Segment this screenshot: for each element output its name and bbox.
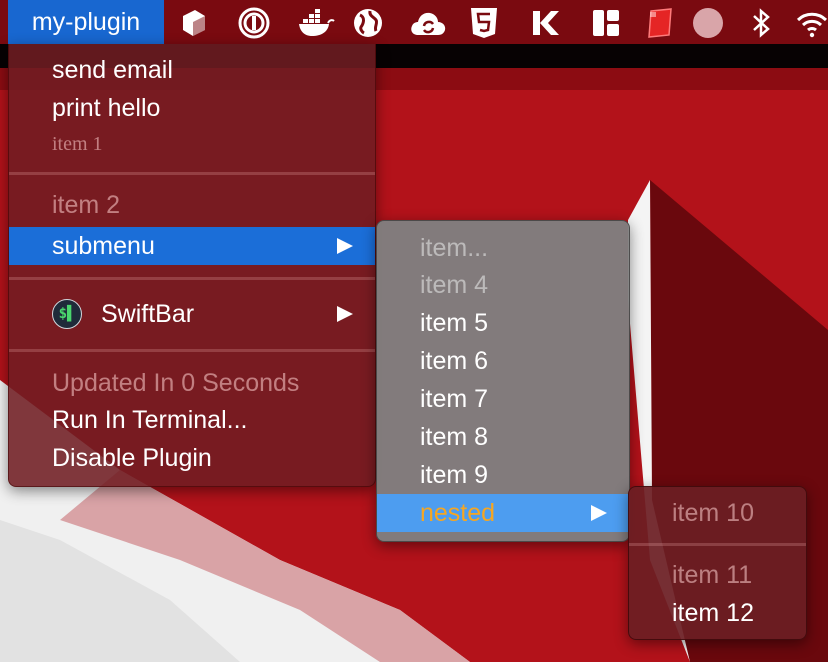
power-app-icon[interactable] <box>238 7 270 39</box>
swiftbar-icon: $▌ <box>52 299 82 329</box>
submenu-arrow-icon <box>591 505 607 521</box>
menu-item-label: item 12 <box>672 599 754 627</box>
menu-item-label: Run In Terminal... <box>52 406 248 434</box>
cloud-sync-icon[interactable] <box>408 7 448 39</box>
nested-item-12[interactable]: item 12 <box>629 594 806 632</box>
menu-item-label: nested <box>420 499 496 527</box>
html5-icon[interactable] <box>468 7 500 39</box>
globe-icon[interactable] <box>352 7 384 39</box>
menu-item-label: item 2 <box>52 191 121 219</box>
circle-icon[interactable] <box>692 7 724 39</box>
red-tile-icon[interactable] <box>644 7 676 39</box>
nested-submenu-panel: item 10 item 11 item 12 <box>628 486 807 640</box>
plugin-dropdown-menu: send email print hello item 1 item 2 sub… <box>8 44 376 487</box>
menu-item-label: Updated In 0 Seconds <box>52 369 300 397</box>
submenu-arrow-icon <box>337 238 353 254</box>
menu-item-item-2: item 2 <box>9 186 375 224</box>
submenu-item-4: item 4 <box>377 266 629 304</box>
menu-item-label: print hello <box>52 94 161 122</box>
grid-app-icon[interactable] <box>590 7 622 39</box>
bluetooth-icon[interactable] <box>746 7 778 39</box>
swiftbar-icon-glyph: $▌ <box>58 306 76 322</box>
menu-item-label: Disable Plugin <box>52 444 212 472</box>
menu-item-label: item 7 <box>420 385 489 413</box>
menu-separator <box>629 543 806 546</box>
menu-item-label: item 8 <box>420 423 489 451</box>
menu-item-submenu[interactable]: submenu <box>9 227 375 265</box>
menu-item-label: item 4 <box>420 271 489 299</box>
nested-item-11: item 11 <box>629 556 806 594</box>
menu-item-label: item 11 <box>672 561 753 589</box>
submenu-item-6[interactable]: item 6 <box>377 342 629 380</box>
nested-item-10: item 10 <box>629 494 806 532</box>
k-app-icon[interactable] <box>530 7 562 39</box>
menu-item-label: item 1 <box>52 133 103 155</box>
menu-separator <box>9 172 375 175</box>
menu-item-label: submenu <box>52 232 155 260</box>
submenu-item-8[interactable]: item 8 <box>377 418 629 456</box>
submenu-item-5[interactable]: item 5 <box>377 304 629 342</box>
submenu-item-7[interactable]: item 7 <box>377 380 629 418</box>
menu-bar: my-plugin <box>0 0 828 44</box>
menu-item-swiftbar[interactable]: $▌ SwiftBar <box>9 295 375 333</box>
menu-item-label: item 9 <box>420 461 489 489</box>
docker-icon[interactable] <box>296 7 336 39</box>
menu-item-disable-plugin[interactable]: Disable Plugin <box>9 439 375 477</box>
menu-item-updated-status: Updated In 0 Seconds <box>9 364 375 402</box>
menu-item-label: item 5 <box>420 309 489 337</box>
menu-item-run-in-terminal[interactable]: Run In Terminal... <box>9 401 375 439</box>
menu-item-label: SwiftBar <box>101 300 195 328</box>
plugin-menu-title[interactable]: my-plugin <box>8 0 164 44</box>
cube-icon[interactable] <box>178 7 210 39</box>
submenu-panel: item... item 4 item 5 item 6 item 7 item… <box>376 220 630 542</box>
submenu-item-nested[interactable]: nested <box>377 494 629 532</box>
menu-separator <box>9 277 375 280</box>
wifi-icon[interactable] <box>796 7 828 39</box>
submenu-item-ellipsis: item... <box>377 229 629 267</box>
submenu-item-9[interactable]: item 9 <box>377 456 629 494</box>
menu-item-label: item... <box>420 234 489 262</box>
menu-item-label: send email <box>52 56 173 84</box>
menu-item-item-1: item 1 <box>9 125 375 163</box>
menu-item-label: item 6 <box>420 347 489 375</box>
menu-item-label: item 10 <box>672 499 754 527</box>
menu-item-send-email[interactable]: send email <box>9 51 375 89</box>
menu-separator <box>9 349 375 352</box>
submenu-arrow-icon <box>337 306 353 322</box>
menu-item-print-hello[interactable]: print hello <box>9 89 375 127</box>
